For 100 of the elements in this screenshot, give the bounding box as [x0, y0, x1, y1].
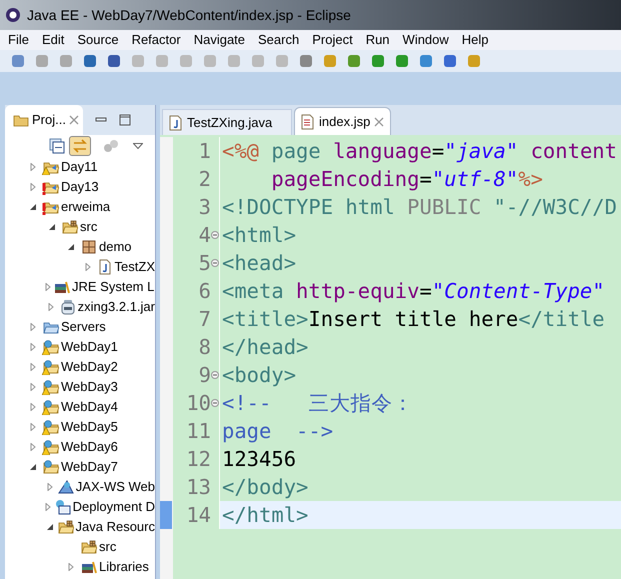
folder-icon [43, 459, 59, 475]
jar-icon [60, 299, 76, 315]
tree-item[interactable]: Libraries [99, 557, 149, 577]
file-icon [169, 114, 183, 130]
descriptor-icon [54, 499, 71, 515]
menu-item[interactable]: Project [312, 30, 353, 50]
view-tab[interactable]: Proj... [5, 105, 83, 135]
tree-item[interactable]: erweima [61, 197, 110, 217]
tree-item[interactable]: WebDay2 [61, 357, 118, 377]
error-icon [42, 183, 46, 195]
expanded-icon[interactable] [46, 523, 54, 531]
collapsed-icon[interactable] [84, 263, 92, 271]
code-line: <%@ page language="java" content [221, 138, 618, 165]
warning-icon [42, 167, 50, 175]
folder-icon [62, 219, 78, 235]
line-number: 4 [198, 222, 211, 249]
expanded-icon[interactable] [29, 203, 37, 211]
collapsed-icon[interactable] [29, 343, 37, 351]
collapsed-icon[interactable] [29, 423, 37, 431]
line-number: 10 [186, 390, 211, 417]
expanded-icon[interactable] [67, 243, 75, 251]
collapsed-icon[interactable] [29, 363, 37, 371]
file-icon [301, 114, 315, 130]
tree-item[interactable]: src [99, 537, 116, 557]
collapsed-icon[interactable] [29, 163, 37, 171]
warning-icon [42, 387, 50, 395]
tree-item[interactable]: JRE System Li [72, 277, 155, 297]
tree-item[interactable]: Servers [61, 317, 106, 337]
collapsed-icon[interactable] [67, 563, 75, 571]
fold-icon[interactable] [211, 371, 219, 379]
collapsed-icon[interactable] [29, 443, 37, 451]
line-number: 1 [198, 138, 211, 165]
code-line: pageEncoding="utf-8"%> [270, 166, 544, 193]
books-icon [81, 559, 97, 575]
menu-item[interactable]: Window [402, 30, 449, 50]
package-icon [81, 239, 97, 255]
menu-item[interactable]: Source [77, 30, 119, 50]
line-number: 14 [186, 502, 211, 529]
app-icon [5, 7, 21, 23]
menu-item[interactable]: Edit [42, 30, 64, 50]
file-icon [96, 259, 113, 275]
arrows-icon [72, 139, 88, 153]
close-icon[interactable] [374, 116, 384, 126]
tree-item[interactable]: WebDay1 [61, 337, 118, 357]
expanded-icon[interactable] [29, 463, 37, 471]
tree-item[interactable]: WebDay3 [61, 377, 118, 397]
tree-item[interactable]: Java Resourc [76, 517, 155, 537]
fold-icon[interactable] [211, 399, 219, 407]
filter-icon[interactable] [103, 139, 119, 153]
menu-item[interactable]: Run [366, 30, 390, 50]
tree-item[interactable]: src [80, 217, 98, 237]
code-line: 123456 [221, 446, 298, 473]
line-number: 3 [198, 194, 211, 221]
tree-item[interactable]: Day11 [61, 157, 98, 177]
fold-icon[interactable] [211, 231, 219, 239]
collapse-all-icon[interactable] [49, 138, 65, 154]
globe-icon [58, 479, 74, 495]
code-line: </body> [221, 474, 310, 501]
menu-item[interactable]: Navigate [194, 30, 246, 50]
tree-item[interactable]: Day13 [61, 177, 99, 197]
menu-item[interactable]: File [8, 30, 29, 50]
error-icon [42, 203, 46, 215]
code-line: <body> [221, 362, 298, 389]
tree-item[interactable]: Deployment D [72, 497, 155, 517]
tree-item[interactable]: WebDay7 [61, 457, 118, 477]
tree-item[interactable]: TestZX [114, 257, 155, 277]
collapsed-icon[interactable] [46, 483, 54, 491]
code-line: </head> [221, 334, 310, 361]
line-number: 9 [198, 362, 211, 389]
tree-item[interactable]: WebDay6 [61, 437, 118, 457]
collapsed-icon[interactable] [29, 323, 37, 331]
collapsed-icon[interactable] [44, 503, 52, 511]
folder-icon [81, 539, 97, 555]
menu-item[interactable]: Help [462, 30, 489, 50]
tree-item[interactable]: JAX-WS Web [76, 477, 155, 497]
collapsed-icon[interactable] [29, 403, 37, 411]
collapsed-icon[interactable] [46, 303, 55, 311]
view-menu-icon[interactable] [133, 143, 143, 149]
editor-tab[interactable]: index.jsp [294, 107, 392, 135]
close-icon[interactable] [68, 115, 79, 125]
tree-item[interactable]: zxing3.2.1.jar [78, 297, 155, 317]
warning-icon [42, 427, 50, 435]
collapsed-icon[interactable] [29, 183, 37, 191]
tree-item[interactable]: WebDay5 [61, 417, 118, 437]
maximize-icon[interactable] [118, 114, 131, 126]
warning-icon [42, 447, 50, 455]
code-line: <html> [221, 222, 298, 249]
fold-icon[interactable] [211, 259, 219, 267]
editor-tab[interactable]: TestZXing.java [162, 109, 292, 135]
line-number: 7 [198, 306, 211, 333]
expanded-icon[interactable] [48, 223, 56, 231]
tree-item[interactable]: WebDay4 [61, 397, 118, 417]
collapsed-icon[interactable] [29, 383, 37, 391]
menu-item[interactable]: Search [258, 30, 300, 50]
code-line: <title>Insert title here</title [221, 306, 606, 333]
code-line: page --> [221, 418, 334, 445]
line-number: 6 [198, 278, 211, 305]
tree-item[interactable]: demo [99, 237, 132, 257]
menu-item[interactable]: Refactor [132, 30, 181, 50]
collapsed-icon[interactable] [44, 283, 52, 291]
